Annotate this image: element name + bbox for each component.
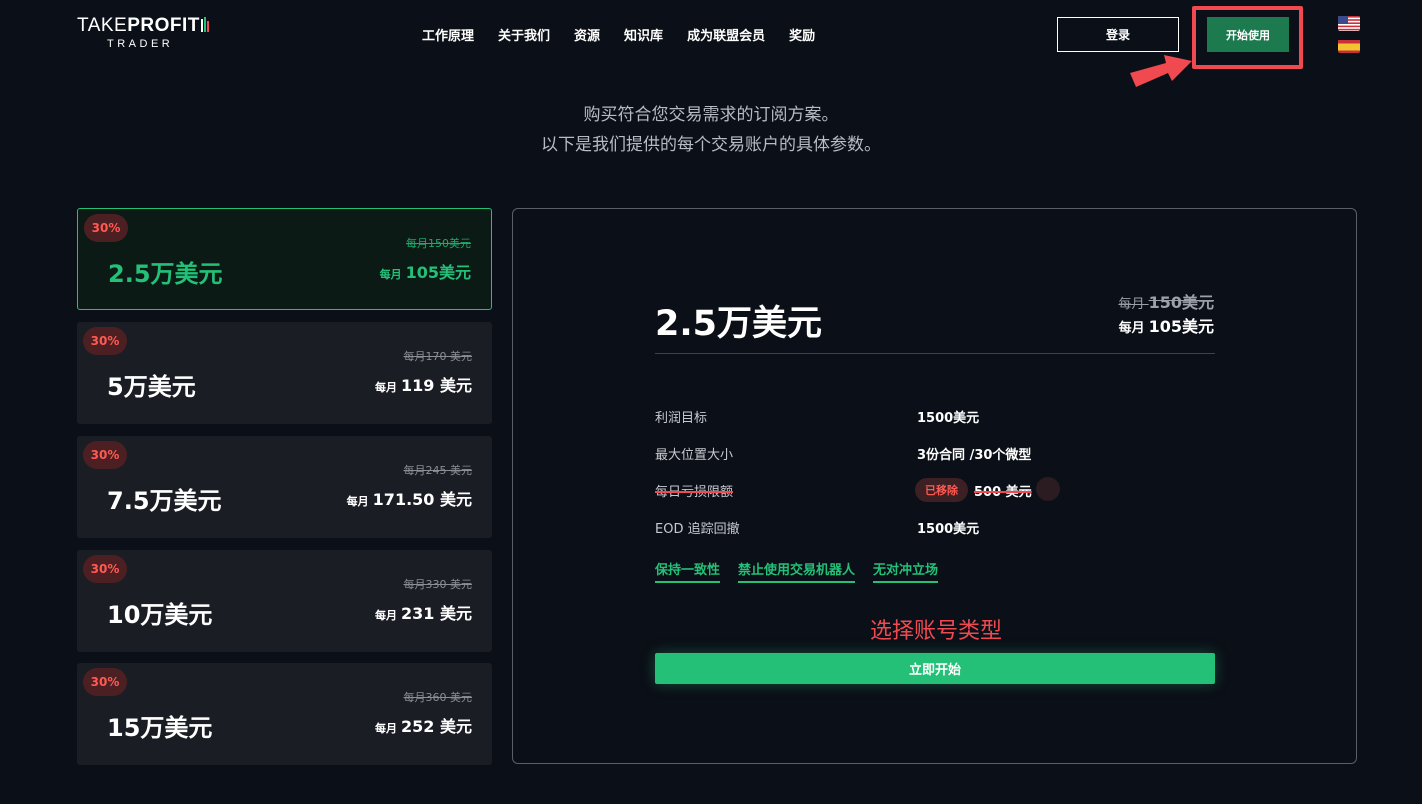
plan-new-price: 每月 105美元: [380, 259, 471, 283]
max-position-value: 3份合同 /30个微型: [917, 448, 1032, 463]
get-started-button[interactable]: 开始使用: [1207, 17, 1289, 52]
main-nav: 工作原理 关于我们 资源 知识库 成为联盟会员 奖励: [422, 25, 839, 44]
nav-resources[interactable]: 资源: [574, 25, 600, 44]
plan-new-price: 每月 231 美元: [375, 600, 472, 624]
plan-old-price: 每月330 美元: [403, 578, 473, 591]
per-month-label: 每月: [375, 609, 398, 622]
discount-badge: 30%: [84, 214, 128, 242]
discount-badge: 30%: [83, 668, 127, 696]
start-now-button[interactable]: 立即开始: [655, 653, 1215, 684]
max-position-label: 最大位置大小: [655, 448, 734, 463]
plan-new-price: 每月 171.50 美元: [347, 486, 472, 510]
logo-part-profit: PROFIT: [127, 15, 200, 36]
price-value: 171.50 美元: [372, 490, 472, 509]
annotation-arrow-icon: [1130, 55, 1192, 87]
old-prefix: 每月: [1118, 297, 1145, 312]
subtitle-line-2: 以下是我们提供的每个交易账户的具体参数。: [541, 135, 881, 155]
plan-name: 5万美元: [107, 373, 196, 401]
price-value: 231 美元: [401, 604, 472, 623]
plan-old-price: 每月150美元: [406, 237, 471, 250]
logo-part-take: TAKE: [77, 15, 128, 36]
details-old-price: 每月 150美元: [1118, 289, 1214, 313]
plan-old-price: 每月170 美元: [403, 350, 473, 363]
plan-card-50k[interactable]: 30% 5万美元 每月170 美元 每月 119 美元: [77, 322, 492, 424]
nav-about-us[interactable]: 关于我们: [498, 25, 550, 44]
plan-card-75k[interactable]: 30% 7.5万美元 每月245 美元 每月 171.50 美元: [77, 436, 492, 538]
discount-badge: 30%: [83, 555, 127, 583]
eod-drawdown-label: EOD 追踪回撤: [655, 522, 740, 537]
old-amount: 150美元: [1148, 293, 1214, 312]
plan-card-25k[interactable]: 30% 2.5万美元 每月150美元 每月 105美元: [77, 208, 492, 310]
subtitle-line-1: 购买符合您交易需求的订阅方案。: [583, 105, 839, 125]
nav-rewards[interactable]: 奖励: [789, 25, 815, 44]
plan-new-price: 每月 252 美元: [375, 713, 472, 737]
price-value: 119 美元: [401, 376, 472, 395]
profit-target-label: 利润目标: [655, 411, 708, 426]
new-prefix: 每月: [1118, 321, 1145, 336]
plan-old-price: 每月245 美元: [403, 464, 473, 477]
plan-card-100k[interactable]: 30% 10万美元 每月330 美元 每月 231 美元: [77, 550, 492, 652]
per-month-label: 每月: [379, 268, 402, 281]
logo-wordmark: TAKEPROFIT: [77, 15, 209, 36]
nav-knowledge-base[interactable]: 知识库: [624, 25, 663, 44]
daily-loss-limit-label: 每日亏损限额: [655, 485, 734, 500]
logo[interactable]: TAKEPROFIT TRADER: [77, 15, 209, 50]
logo-subtitle: TRADER: [107, 38, 174, 50]
divider: [655, 353, 1215, 354]
per-month-label: 每月: [375, 381, 398, 394]
plan-details-panel: 2.5万美元 每月 150美元 每月 105美元 利润目标 1500美元 最大位置…: [512, 208, 1357, 764]
plan-card-150k[interactable]: 30% 15万美元 每月360 美元 每月 252 美元: [77, 663, 492, 765]
plan-name: 2.5万美元: [108, 260, 223, 288]
flag-es-icon[interactable]: [1338, 39, 1360, 53]
rules-links: 保持一致性 禁止使用交易机器人 无对冲立场: [655, 559, 939, 583]
login-button[interactable]: 登录: [1057, 17, 1179, 52]
removed-badge: 已移除: [915, 478, 968, 502]
annotation-text: 选择账号类型: [870, 619, 1003, 644]
rule-consistency-link[interactable]: 保持一致性: [655, 559, 721, 583]
profit-target-value: 1500美元: [917, 411, 980, 426]
details-new-price: 每月 105美元: [1119, 313, 1214, 337]
page-subtitle: 购买符合您交易需求的订阅方案。 以下是我们提供的每个交易账户的具体参数。: [0, 100, 1422, 160]
plan-name: 15万美元: [107, 714, 213, 742]
plan-name: 10万美元: [107, 601, 213, 629]
details-title: 2.5万美元: [655, 304, 823, 344]
nav-how-it-works[interactable]: 工作原理: [422, 25, 474, 44]
discount-badge: 30%: [83, 327, 127, 355]
per-month-label: 每月: [375, 722, 398, 735]
rule-no-bots-link[interactable]: 禁止使用交易机器人: [738, 559, 856, 583]
flag-us-icon[interactable]: [1338, 16, 1360, 31]
price-value: 105美元: [405, 263, 471, 282]
candlestick-icon: [200, 17, 209, 32]
plan-old-price: 每月360 美元: [403, 691, 473, 704]
rule-no-hedging-link[interactable]: 无对冲立场: [873, 559, 939, 583]
daily-loss-limit-value: 已移除 500 美元: [915, 476, 1060, 502]
removed-value: 500 美元: [974, 476, 1060, 501]
per-month-label: 每月: [346, 495, 369, 508]
plan-name: 7.5万美元: [107, 487, 222, 515]
price-value: 252 美元: [401, 717, 472, 736]
new-amount: 105美元: [1148, 317, 1214, 336]
eod-drawdown-value: 1500美元: [917, 522, 980, 537]
nav-affiliate[interactable]: 成为联盟会员: [687, 25, 765, 44]
plan-new-price: 每月 119 美元: [375, 372, 472, 396]
discount-badge: 30%: [83, 441, 127, 469]
